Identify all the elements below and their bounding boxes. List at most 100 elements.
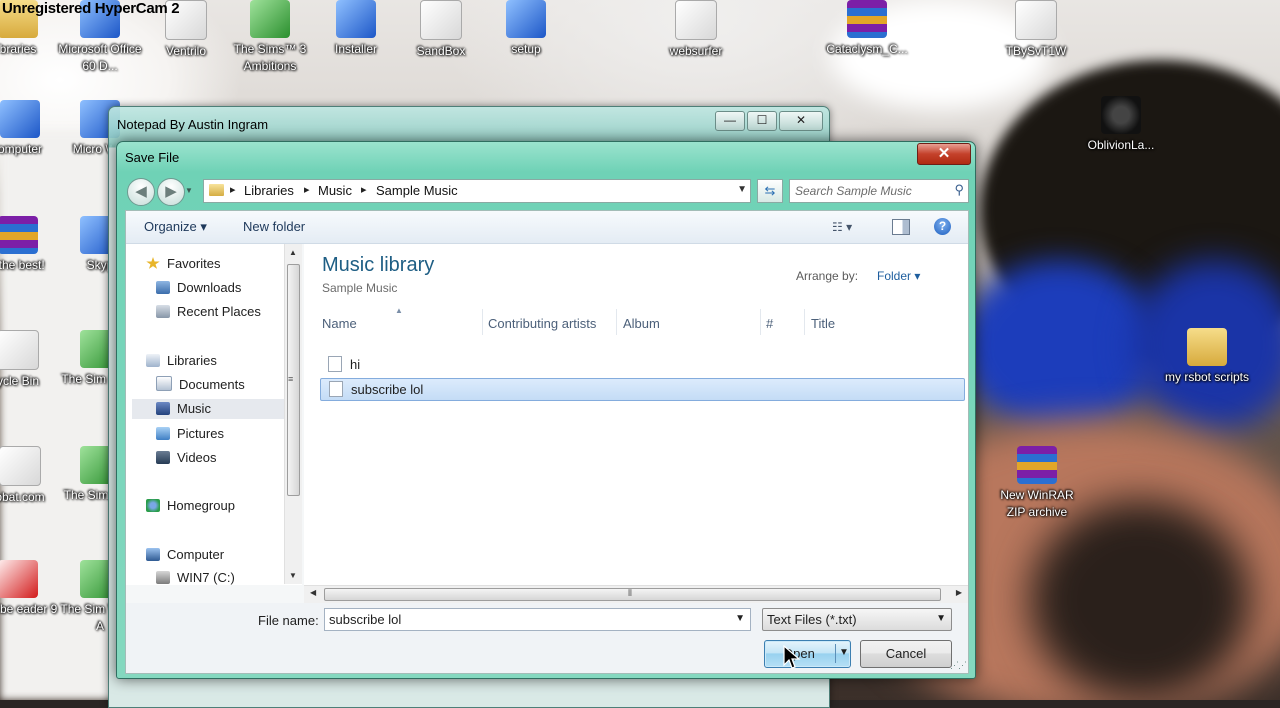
column-divider[interactable] (804, 309, 805, 335)
desktop-icon-winrar-best[interactable]: r the best! (0, 216, 60, 274)
dialog-footer: File name: subscribe lol ▼ Text Files (*… (126, 603, 968, 673)
file-list-horizontal-scrollbar[interactable]: ◀ ⦀ ▶ (304, 585, 968, 603)
breadcrumb-separator[interactable]: ▸ (230, 183, 236, 196)
nav-music[interactable]: Music (132, 399, 302, 419)
desktop-icon-websurfer[interactable]: websurfer (654, 0, 738, 60)
scroll-up-arrow-icon[interactable]: ▲ (289, 248, 297, 257)
dialog-close-button[interactable]: ✕ (917, 143, 971, 165)
hard-drive-icon (156, 571, 170, 584)
search-input[interactable] (790, 180, 947, 202)
desktop-icon-oblivion[interactable]: OblivionLa... (1079, 96, 1163, 154)
nav-videos[interactable]: Videos (156, 448, 217, 468)
file-row-hi[interactable]: hi (320, 354, 963, 376)
new-folder-button[interactable]: New folder (243, 219, 305, 234)
desktop-icon-label: setup (511, 42, 541, 56)
file-list-pane: Music library Sample Music Arrange by: F… (304, 244, 968, 585)
desktop-icon-label: Adobe eader 9 (0, 602, 58, 616)
desktop-icon-tbysvt1w[interactable]: TBySvT1W (994, 0, 1078, 60)
arrange-by-dropdown[interactable]: Folder ▾ (877, 269, 920, 283)
sort-ascending-icon: ▲ (395, 306, 403, 315)
breadcrumb-libraries[interactable]: Libraries (244, 183, 294, 198)
desktop-icon-sandbox[interactable]: SandBox (399, 0, 483, 60)
desktop-icon-acrobat[interactable]: obat.com (0, 446, 62, 506)
desktop-icon-adobe-reader[interactable]: Adobe eader 9 (0, 560, 60, 618)
forward-button[interactable]: ▶ (157, 178, 185, 206)
nav-drive-c[interactable]: WIN7 (C:) (156, 568, 235, 585)
downloads-folder-icon (156, 281, 170, 294)
column-header-album[interactable]: Album (623, 316, 660, 331)
open-button[interactable]: Open ▼ (764, 640, 851, 668)
desktop-icon-installer[interactable]: Installer (314, 0, 398, 58)
address-bar[interactable]: ▸ Libraries ▸ Music ▸ Sample Music ▼ (203, 179, 751, 203)
desktop-icon-setup[interactable]: setup (484, 0, 568, 58)
desktop-icon-new-winrar[interactable]: New WinRAR ZIP archive (995, 446, 1079, 521)
file-type-value: Text Files (*.txt) (767, 612, 857, 627)
breadcrumb-sample-music[interactable]: Sample Music (376, 183, 458, 198)
desktop-icon-sims-ambitions[interactable]: The Sims™ 3 Ambitions (228, 0, 312, 75)
save-file-dialog[interactable]: Save File ✕ ◀ ▶ ▼ ▸ Libraries ▸ Music ▸ … (116, 141, 976, 679)
resize-grip-icon[interactable]: ⋰⋰ (950, 660, 967, 671)
column-divider[interactable] (616, 309, 617, 335)
file-type-select[interactable]: Text Files (*.txt) ▼ (762, 608, 952, 631)
breadcrumb-separator[interactable]: ▸ (361, 183, 367, 196)
scrollbar-thumb[interactable] (324, 588, 941, 601)
nav-computer[interactable]: Computer (146, 545, 224, 565)
column-header-title[interactable]: Title (811, 316, 835, 331)
file-name-value[interactable]: subscribe lol (329, 612, 401, 627)
chevron-down-icon[interactable]: ▼ (839, 647, 849, 658)
dialog-title: Save File (125, 150, 180, 165)
nav-recent-places[interactable]: Recent Places (156, 302, 261, 322)
nav-label: WIN7 (C:) (177, 570, 235, 585)
nav-favorites[interactable]: Favorites (146, 254, 220, 274)
desktop-icon-label: ycle Bin (0, 374, 40, 388)
nav-documents[interactable]: Documents (156, 375, 245, 395)
document-icon (1015, 0, 1057, 40)
winrar-icon (847, 0, 887, 38)
nav-homegroup[interactable]: Homegroup (146, 496, 235, 516)
scroll-left-arrow-icon[interactable]: ◀ (310, 588, 316, 597)
change-view-button[interactable]: ☷ ▾ (832, 220, 852, 234)
desktop-icon-label: braries (0, 42, 37, 56)
desktop-icon-cataclysm[interactable]: Cataclysm_C... (825, 0, 909, 58)
preview-pane-icon[interactable] (892, 219, 910, 235)
column-header-contributing-artists[interactable]: Contributing artists (488, 316, 596, 331)
maximize-button[interactable]: ☐ (747, 111, 777, 131)
text-file-icon (329, 381, 343, 397)
desktop-icon-recycle-bin[interactable]: ycle Bin (0, 330, 60, 390)
file-row-subscribe-lol[interactable]: subscribe lol (320, 378, 965, 401)
nav-libraries[interactable]: Libraries (146, 351, 217, 371)
navigation-bar: ◀ ▶ ▼ ▸ Libraries ▸ Music ▸ Sample Music… (125, 176, 969, 206)
grip-icon: ⦀ (628, 588, 632, 598)
chevron-down-icon[interactable]: ▼ (936, 613, 946, 624)
oblivion-icon (1101, 96, 1141, 134)
search-icon[interactable]: ⚲ (954, 182, 964, 198)
chevron-down-icon[interactable]: ▼ (737, 184, 747, 195)
desktop-icon-label: Cataclysm_C... (826, 42, 908, 56)
minimize-button[interactable]: — (715, 111, 745, 131)
chevron-down-icon[interactable]: ▼ (735, 613, 745, 624)
back-button[interactable]: ◀ (127, 178, 155, 206)
refresh-button[interactable]: ⇆ (757, 179, 783, 203)
file-name-field[interactable]: subscribe lol ▼ (324, 608, 751, 631)
nav-downloads[interactable]: Downloads (156, 278, 241, 298)
desktop-icon-computer[interactable]: omputer (0, 100, 62, 158)
column-divider[interactable] (482, 309, 483, 335)
nav-pictures[interactable]: Pictures (156, 424, 224, 444)
column-divider[interactable] (760, 309, 761, 335)
breadcrumb-separator[interactable]: ▸ (304, 183, 310, 196)
column-header-number[interactable]: # (766, 316, 773, 331)
navigation-pane-scrollbar[interactable]: ▲ ≡ ▼ (284, 244, 302, 584)
column-header-name[interactable]: Name (322, 316, 357, 331)
scroll-right-arrow-icon[interactable]: ▶ (956, 588, 962, 597)
computer-icon (146, 548, 160, 561)
desktop-icon-rsbot-scripts[interactable]: my rsbot scripts (1165, 328, 1249, 386)
cancel-button[interactable]: Cancel (860, 640, 952, 668)
help-icon[interactable]: ? (934, 218, 951, 235)
recent-pages-dropdown[interactable]: ▼ (185, 186, 193, 195)
breadcrumb-music[interactable]: Music (318, 183, 352, 198)
scroll-down-arrow-icon[interactable]: ▼ (289, 571, 297, 580)
organize-menu[interactable]: Organize ▾ (144, 219, 207, 235)
installer-icon (336, 0, 376, 38)
close-button[interactable]: ✕ (779, 111, 823, 131)
search-box[interactable]: ⚲ (789, 179, 969, 203)
